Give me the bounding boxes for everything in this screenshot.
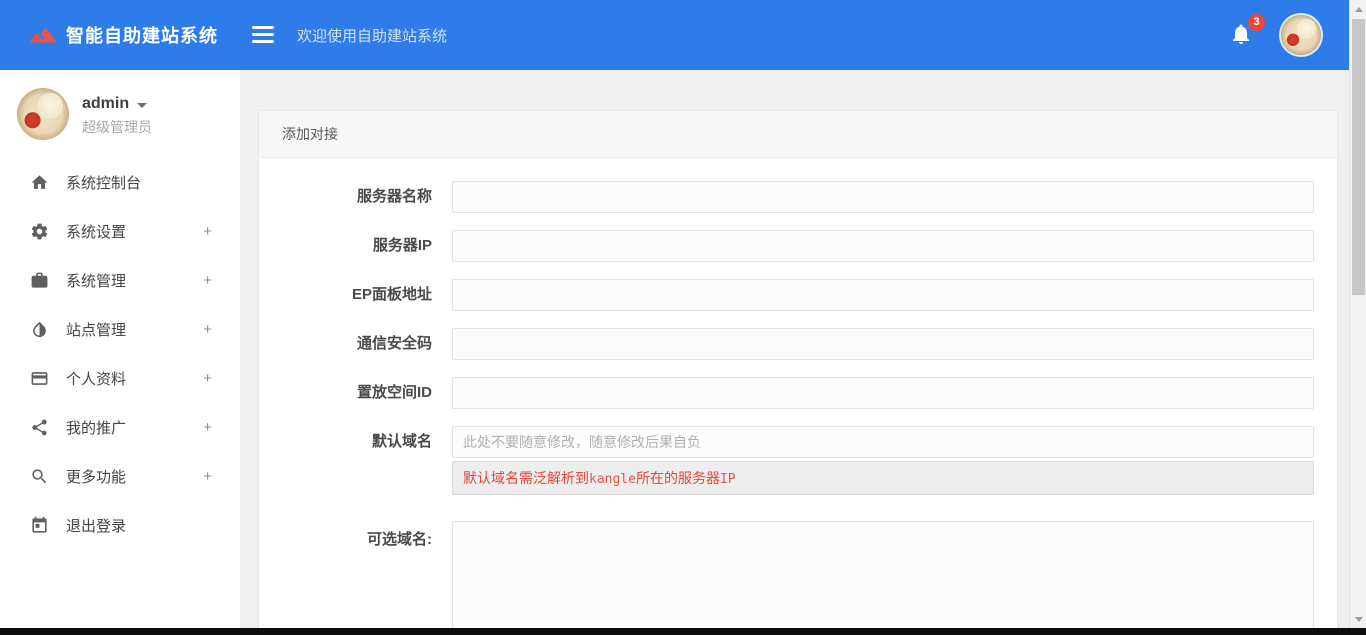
docking-form: 服务器名称 服务器IP EP面板地址 通信安全码 置放空间ID: [259, 158, 1337, 628]
bottom-bar: [0, 628, 1366, 635]
security-code-input[interactable]: [452, 328, 1314, 360]
user-dropdown[interactable]: admin: [82, 95, 152, 113]
server-name-label: 服务器名称: [259, 181, 432, 213]
card-title: 添加对接: [259, 111, 1337, 158]
server-name-input[interactable]: [452, 181, 1314, 213]
user-avatar[interactable]: [1281, 15, 1321, 55]
invert-colors-icon: [30, 320, 49, 339]
mountain-logo-icon: [28, 20, 58, 50]
default-domain-note: 默认域名需泛解析到kangle所在的服务器IP: [452, 461, 1314, 495]
expand-plus-icon: +: [203, 370, 212, 387]
add-docking-card: 添加对接 服务器名称 服务器IP EP面板地址 通信安全码: [258, 110, 1338, 628]
scroll-down-arrow[interactable]: [1350, 612, 1366, 626]
top-header: 智能自助建站系统 欢迎使用自助建站系统 3: [0, 0, 1349, 70]
search-icon: [30, 467, 49, 486]
chevron-down-icon: [137, 103, 147, 108]
briefcase-icon: [30, 271, 49, 290]
sidebar-item-dashboard[interactable]: 系统控制台: [0, 158, 240, 207]
share-icon: [30, 418, 49, 437]
gear-icon: [30, 222, 49, 241]
main-content: 添加对接 服务器名称 服务器IP EP面板地址 通信安全码: [240, 70, 1349, 628]
user-name: admin: [82, 95, 129, 113]
menu-toggle-button[interactable]: [252, 26, 276, 44]
scroll-up-arrow[interactable]: [1350, 2, 1366, 16]
brand[interactable]: 智能自助建站系统: [28, 0, 218, 70]
sidebar-item-site-management[interactable]: 站点管理 +: [0, 305, 240, 354]
expand-plus-icon: +: [203, 223, 212, 240]
sidebar-item-more-functions[interactable]: 更多功能 +: [0, 452, 240, 501]
avatar[interactable]: [17, 88, 69, 140]
card-icon: [30, 369, 49, 388]
expand-plus-icon: +: [203, 321, 212, 338]
sidebar-nav: 系统控制台 系统设置 + 系统管理 + 站点管理: [0, 158, 240, 550]
notifications-button[interactable]: 3: [1229, 22, 1257, 50]
expand-plus-icon: +: [203, 419, 212, 436]
server-ip-label: 服务器IP: [259, 230, 432, 262]
expand-plus-icon: +: [203, 272, 212, 289]
home-icon: [30, 173, 49, 192]
ep-panel-address-input[interactable]: [452, 279, 1314, 311]
calendar-icon: [30, 516, 49, 535]
sidebar-item-system-management[interactable]: 系统管理 +: [0, 256, 240, 305]
server-ip-input[interactable]: [452, 230, 1314, 262]
page-scrollbar[interactable]: [1349, 0, 1366, 635]
user-role: 超级管理员: [82, 117, 152, 137]
welcome-text: 欢迎使用自助建站系统: [297, 0, 447, 70]
sidebar-item-logout[interactable]: 退出登录: [0, 501, 240, 550]
expand-plus-icon: +: [203, 468, 212, 485]
sidebar-item-promotion[interactable]: 我的推广 +: [0, 403, 240, 452]
brand-title: 智能自助建站系统: [66, 22, 218, 48]
space-id-label: 置放空间ID: [259, 377, 432, 409]
sidebar: admin 超级管理员 系统控制台 系统设置 +: [0, 70, 240, 628]
default-domain-label: 默认域名: [259, 426, 432, 458]
hamburger-icon: [252, 26, 274, 29]
sidebar-item-profile[interactable]: 个人资料 +: [0, 354, 240, 403]
optional-domains-label: 可选域名:: [259, 521, 432, 549]
sidebar-profile: admin 超级管理员: [17, 88, 152, 140]
security-code-label: 通信安全码: [259, 328, 432, 360]
ep-panel-address-label: EP面板地址: [259, 279, 432, 311]
scrollbar-thumb[interactable]: [1352, 19, 1365, 295]
sidebar-item-system-settings[interactable]: 系统设置 +: [0, 207, 240, 256]
notification-badge: 3: [1248, 14, 1265, 31]
space-id-input[interactable]: [452, 377, 1314, 409]
default-domain-input[interactable]: [452, 426, 1314, 458]
optional-domains-textarea[interactable]: [452, 521, 1314, 628]
